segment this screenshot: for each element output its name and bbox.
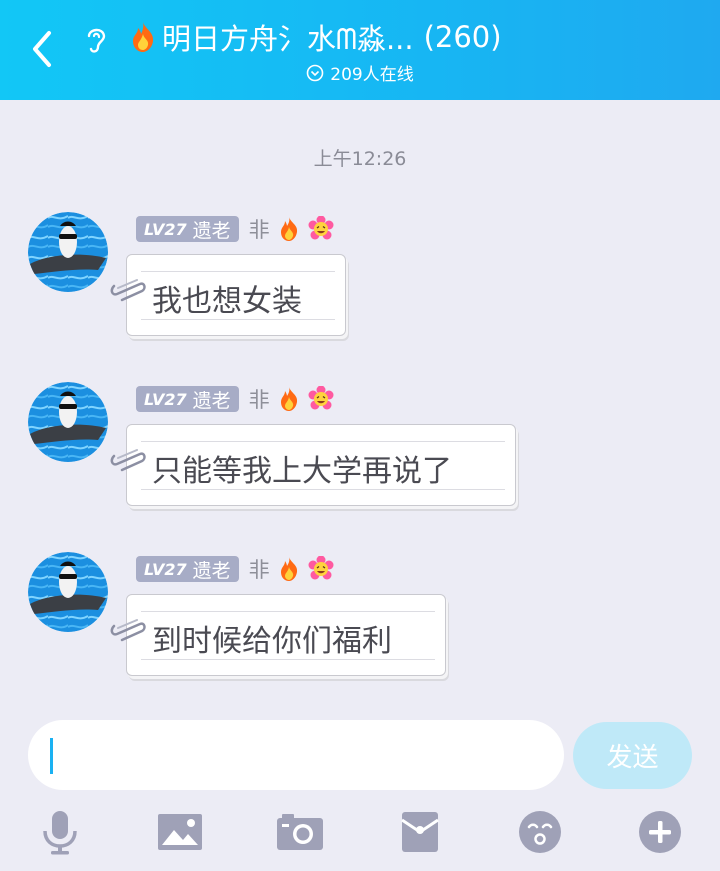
avatar-image bbox=[28, 552, 108, 632]
flower-emoji-icon bbox=[308, 386, 334, 410]
message-text: 到时候给你们福利 bbox=[152, 624, 392, 659]
online-count: 209人在线 bbox=[330, 65, 414, 85]
level-label: LV27 bbox=[144, 559, 187, 579]
level-label: LV27 bbox=[144, 219, 187, 239]
red-packet-button[interactable] bbox=[396, 808, 444, 856]
paperclip-icon bbox=[110, 449, 146, 472]
sender-name[interactable]: 非 bbox=[249, 554, 270, 584]
level-badge: LV27 遗老 bbox=[136, 386, 239, 412]
chevron-circle-down-icon bbox=[306, 64, 324, 81]
online-status[interactable]: 209人在线 bbox=[0, 60, 720, 85]
send-button[interactable]: 发送 bbox=[573, 722, 692, 789]
paper-line bbox=[141, 611, 435, 612]
avatar[interactable] bbox=[28, 382, 108, 462]
avatar[interactable] bbox=[28, 212, 108, 292]
message-input[interactable] bbox=[28, 720, 564, 790]
plus-icon bbox=[639, 811, 681, 853]
fire-icon bbox=[280, 387, 297, 411]
message-item: LV27 遗老 非 到时候给你们福利 bbox=[0, 552, 720, 702]
sender-name[interactable]: 非 bbox=[249, 214, 270, 244]
fire-icon bbox=[133, 22, 154, 52]
input-toolbar bbox=[0, 800, 720, 864]
flower-emoji-icon bbox=[308, 216, 334, 240]
group-title[interactable]: 明日方舟氵水ᗰ淼... (260) bbox=[128, 14, 502, 60]
more-button[interactable] bbox=[636, 808, 684, 856]
microphone-icon bbox=[43, 811, 77, 855]
flower-emoji-icon bbox=[308, 556, 334, 580]
avatar-image bbox=[28, 382, 108, 462]
sender-meta: LV27 遗老 非 bbox=[136, 384, 334, 414]
paper-line bbox=[141, 441, 505, 442]
paperclip-icon bbox=[110, 619, 146, 642]
paper-line bbox=[141, 271, 335, 272]
chat-header: 明日方舟氵水ᗰ淼... (260) 209人在线 bbox=[0, 0, 720, 100]
member-title: 遗老 bbox=[192, 389, 231, 412]
emoji-button[interactable] bbox=[516, 808, 564, 856]
member-title: 遗老 bbox=[192, 559, 231, 582]
text-caret bbox=[50, 738, 53, 774]
level-badge: LV27 遗老 bbox=[136, 216, 239, 242]
camera-button[interactable] bbox=[276, 808, 324, 856]
image-icon bbox=[158, 814, 202, 850]
camera-icon bbox=[277, 814, 323, 850]
level-label: LV27 bbox=[144, 389, 187, 409]
time-divider: 上午12:26 bbox=[313, 148, 407, 170]
paperclip-icon bbox=[110, 279, 146, 302]
image-button[interactable] bbox=[156, 808, 204, 856]
sender-meta: LV27 遗老 非 bbox=[136, 554, 334, 584]
group-name: 明日方舟氵水ᗰ淼... bbox=[162, 22, 414, 56]
voice-button[interactable] bbox=[36, 808, 84, 856]
avatar-image bbox=[28, 212, 108, 292]
fire-icon bbox=[280, 557, 297, 581]
avatar[interactable] bbox=[28, 552, 108, 632]
sender-meta: LV27 遗老 非 bbox=[136, 214, 334, 244]
level-badge: LV27 遗老 bbox=[136, 556, 239, 582]
message-item: LV27 遗老 非 只能等我上大学再说了 bbox=[0, 382, 720, 532]
member-title: 遗老 bbox=[192, 219, 231, 242]
sender-name[interactable]: 非 bbox=[249, 384, 270, 414]
fire-icon bbox=[280, 217, 297, 241]
member-count: (260) bbox=[423, 20, 502, 54]
message-text: 我也想女装 bbox=[152, 284, 302, 319]
message-text: 只能等我上大学再说了 bbox=[152, 454, 452, 489]
red-packet-icon bbox=[401, 812, 439, 852]
message-item: LV27 遗老 非 我也想女装 bbox=[0, 212, 720, 362]
ear-icon[interactable] bbox=[82, 24, 110, 56]
emoji-icon bbox=[519, 811, 561, 853]
